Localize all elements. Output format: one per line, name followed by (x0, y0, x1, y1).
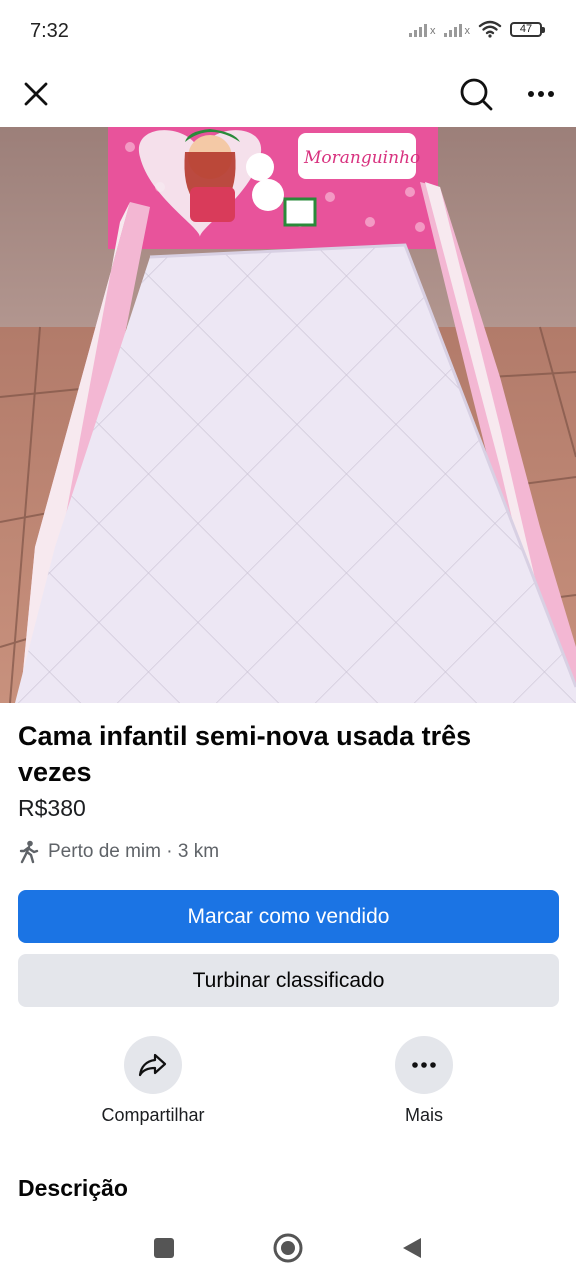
system-navigation-bar (0, 1214, 576, 1280)
back-button[interactable] (392, 1228, 432, 1268)
status-icons: x x 47 (409, 20, 545, 38)
more-options-button[interactable] (517, 70, 565, 118)
share-action[interactable]: Compartilhar (73, 1036, 233, 1126)
listing-title: Cama infantil semi-nova usada três vezes (18, 721, 472, 787)
top-nav (0, 64, 576, 126)
location-text: Perto de mim · 3 km (48, 841, 220, 862)
battery-icon: 47 (510, 21, 545, 37)
listing-photo[interactable]: Moranguinho (0, 127, 576, 703)
more-button-circle[interactable] (395, 1036, 453, 1094)
search-icon (460, 78, 493, 111)
close-button[interactable] (12, 70, 60, 118)
boost-listing-button[interactable]: Turbinar classificado (18, 954, 559, 1007)
recent-apps-button[interactable] (144, 1228, 184, 1268)
more-icon (528, 91, 554, 97)
bed-photo: Moranguinho (0, 127, 576, 703)
share-icon (138, 1053, 167, 1077)
battery-level: 47 (519, 23, 533, 35)
home-circle-icon (273, 1233, 303, 1263)
back-triangle-icon (403, 1238, 421, 1258)
wifi-icon (478, 20, 502, 38)
headboard-text: Moranguinho (303, 148, 420, 168)
status-time: 7:32 (30, 20, 69, 42)
share-button-circle[interactable] (124, 1036, 182, 1094)
walking-icon (19, 840, 39, 864)
close-icon (24, 82, 48, 106)
home-button[interactable] (268, 1228, 308, 1268)
marketplace-listing-screen: 7:32 x x 47 Moranguinho Cama infantil se… (0, 0, 576, 1280)
listing-price: R$380 (18, 795, 86, 821)
mark-as-sold-button[interactable]: Marcar como vendido (18, 890, 559, 943)
listing-location: Perto de mim · 3 km (18, 840, 219, 864)
signal-icon: x (443, 21, 470, 37)
more-label: Mais (404, 1105, 443, 1125)
signal-icon: x (409, 21, 436, 37)
status-bar: 7:32 x x 47 (0, 0, 576, 64)
share-label: Compartilhar (101, 1105, 205, 1125)
square-icon (154, 1238, 174, 1258)
more-dots-icon (412, 1062, 436, 1068)
description-heading: Descrição (18, 1175, 128, 1201)
search-button[interactable] (452, 70, 500, 118)
more-action[interactable]: Mais (344, 1036, 504, 1126)
